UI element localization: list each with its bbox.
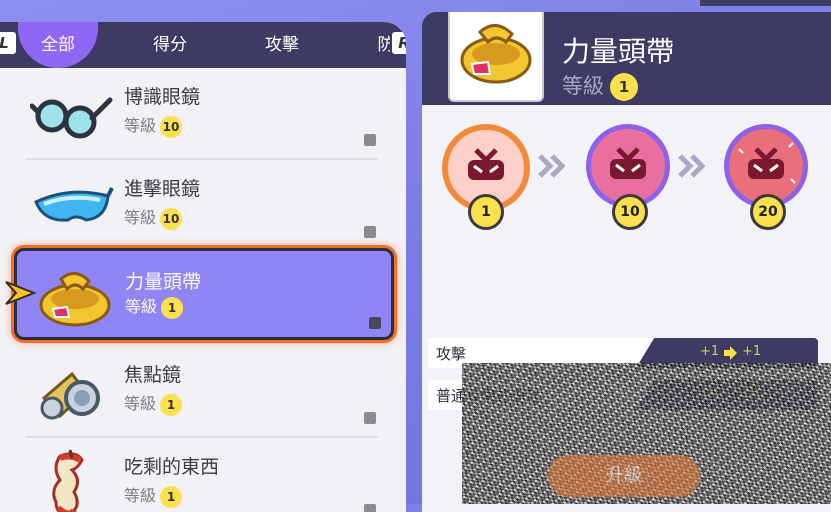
evolution-stage-2: 10: [584, 124, 674, 230]
category-tabbar: L 全部 得分 攻擊 防 R: [0, 22, 406, 68]
upgrade-button[interactable]: 升級: [548, 455, 700, 497]
tab-scoring[interactable]: 得分: [130, 22, 210, 68]
item-level: 等級 1: [125, 293, 184, 319]
stat-label: 攻擊: [436, 345, 467, 363]
detail-level: 等級 1: [562, 70, 638, 101]
left-trigger-button[interactable]: L: [0, 30, 18, 56]
level-badge: 10: [160, 207, 183, 230]
item-list-panel: L 全部 得分 攻擊 防 R 博識眼鏡 等級10: [0, 22, 406, 512]
item-name: 力量頭帶: [125, 271, 202, 293]
item-level: 等級 10: [124, 204, 183, 230]
level-badge: 10: [160, 115, 183, 138]
item-thumbnail: [448, 12, 544, 102]
stage-level-badge: 20: [750, 194, 786, 230]
item-name: 進擊眼鏡: [124, 178, 201, 200]
item-level: 等級 1: [124, 390, 183, 416]
list-item-leftovers[interactable]: 吃剩的東西 等級 1: [0, 438, 406, 512]
headband-face-icon: [610, 147, 646, 179]
apple-core-icon: [52, 449, 84, 512]
list-item-muscle-band[interactable]: 力量頭帶 等級 1: [14, 248, 394, 340]
detail-title: 力量頭帶: [562, 35, 675, 68]
stat-to: +1: [742, 344, 762, 359]
item-name: 博識眼鏡: [124, 86, 201, 108]
corner-marker-icon: [369, 317, 381, 329]
tab-all[interactable]: 全部: [18, 22, 98, 68]
chevron-right-icon: [678, 154, 706, 178]
stat-from: +1: [700, 344, 720, 359]
visor-icon: [34, 187, 114, 222]
headband-icon: [39, 272, 111, 327]
list-item-wise-glasses[interactable]: 博識眼鏡 等級 10: [0, 68, 406, 160]
corner-marker-icon: [364, 504, 376, 512]
level-badge: 1: [160, 485, 183, 508]
item-level: 等級 10: [124, 112, 183, 138]
stage-level-badge: 1: [468, 194, 504, 230]
chevron-right-icon: [538, 154, 566, 178]
list-item-scope-lens[interactable]: 焦點鏡 等級 1: [0, 346, 406, 438]
level-badge: 1: [161, 296, 184, 319]
right-trigger-button[interactable]: R: [390, 30, 406, 56]
top-decor: [700, 0, 831, 6]
glasses-icon: [30, 97, 113, 139]
item-name: 吃剩的東西: [124, 456, 220, 478]
level-badge: 1: [160, 393, 183, 416]
scope-lens-icon: [40, 371, 100, 420]
corner-marker-icon: [364, 226, 376, 238]
level-badge: 1: [610, 73, 638, 101]
detail-header: 力量頭帶 等級 1: [422, 12, 831, 105]
headband-face-icon: [738, 142, 796, 184]
corner-marker-icon: [364, 134, 376, 146]
list-item-choice-specs[interactable]: 進擊眼鏡 等級 10: [0, 160, 406, 252]
selection-arrow-icon: [5, 281, 37, 305]
stage-level-badge: 10: [612, 194, 648, 230]
tab-attack[interactable]: 攻擊: [242, 22, 322, 68]
evolution-stage-3: 20: [722, 124, 812, 230]
corner-marker-icon: [364, 412, 376, 424]
item-name: 焦點鏡: [124, 364, 182, 386]
headband-icon: [460, 24, 532, 84]
arrow-right-icon: [724, 346, 737, 360]
evolution-stage-1: 1: [440, 124, 530, 230]
